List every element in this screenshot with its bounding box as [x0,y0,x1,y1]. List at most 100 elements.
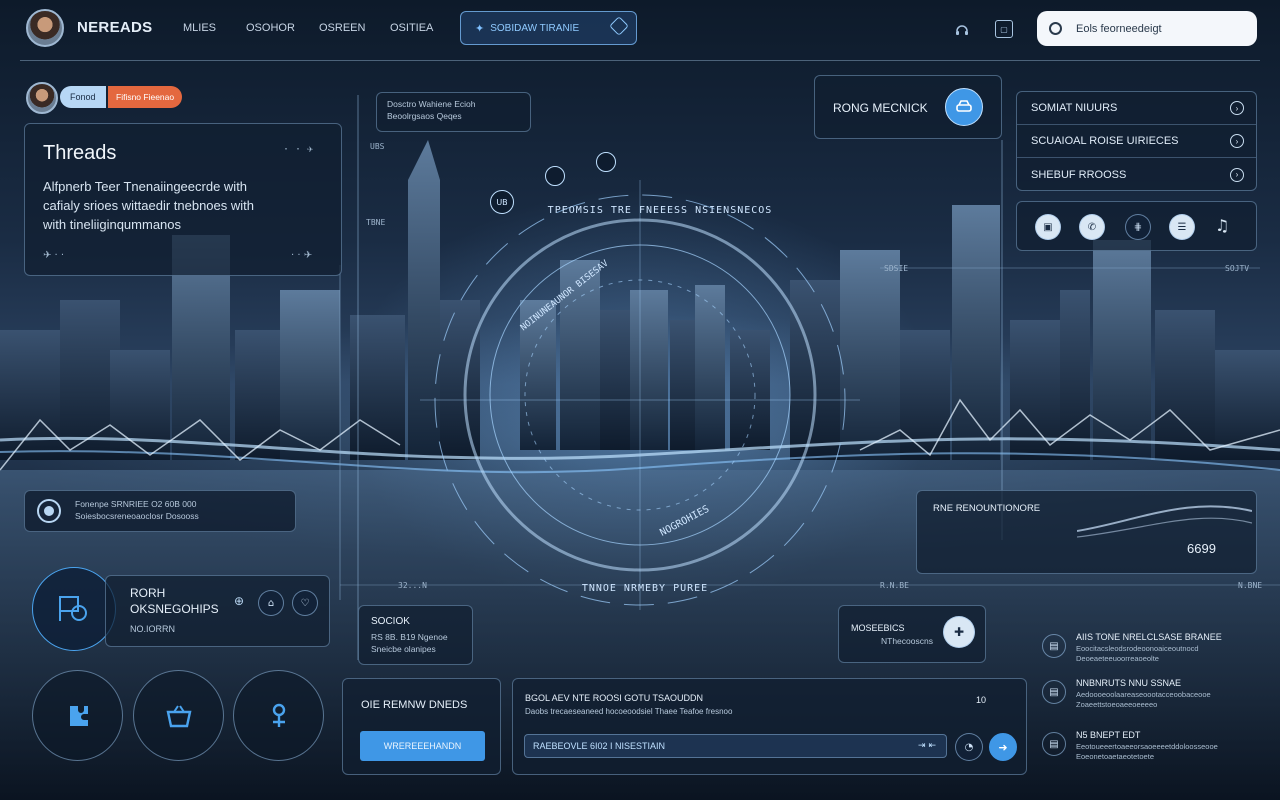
pin-icon[interactable]: ♡ [292,590,318,616]
hud-tick-label: TBNE [366,218,386,227]
ring-card[interactable]: RONG MECNICK [814,75,1002,139]
article-icon: ▤ [1042,680,1066,704]
cta-button-label: WREREEEHANDN [383,741,462,751]
mid-card-line: Sneicbe olanipes [371,644,436,654]
threads-card-title: Threads [43,142,117,164]
location-button[interactable] [233,670,324,761]
compose-title: BGOL AEV NTE ROOSI GOTU TSAOUDDN [525,693,704,703]
attach-icon[interactable]: ⇥ ⇤ [918,741,936,751]
promo-button[interactable]: ✦ SOBIDAW TIRANIE [460,11,637,45]
cta-button[interactable]: WREREEEHANDN [360,731,485,761]
threads-card-controls[interactable]: · · ✈ [283,144,313,155]
news-line: Zoaeettstoeoaeeoeeeeo [1076,700,1158,709]
nav-item[interactable]: MLIES [183,22,216,34]
hud-tick-label: N.BNE [1238,581,1263,590]
threads-card-body-line: with tineliiginqummanos [43,217,182,232]
left-info-line: Fonenpe SRNRIEE O2 60B 000 [75,499,197,509]
hud-tick-label: UBS [370,142,385,151]
status-badge-label: Fifisno Fieenao [116,92,175,102]
hud-tick-label: R.N.BE [880,581,909,590]
bookmark-icon[interactable]: ⌂ [258,590,284,616]
sync-icon[interactable]: ⊕ [234,594,244,608]
nav-item[interactable]: OSOHOR [246,22,295,34]
header-divider [20,60,1260,61]
grid-icon[interactable]: ⋕ [1125,214,1151,240]
arrow-icon: › [1230,167,1244,182]
hud-badge-circle[interactable]: UB [490,190,514,214]
nav-item[interactable]: OSITIEA [390,22,433,34]
news-title: AIIS TONE NRELCLSASE BRANEE [1076,632,1222,642]
profile-tag-label: Fonod [70,92,96,102]
hud-bottom-arc-text: TNNOE NRMEBY PUREE [581,583,709,594]
chat-icon[interactable]: ☰ [1169,214,1195,240]
info-mini-card[interactable]: Dosctro Wahiene Ecioh Beoolrgsaos Qeqes [376,92,531,132]
info-mini-line: Beoolrgsaos Qeqes [387,111,462,121]
music-icon[interactable]: ♫ [1215,216,1229,235]
article-icon: ▤ [1042,732,1066,756]
compose-panel[interactable]: BGOL AEV NTE ROOSI GOTU TSAOUDDN Daobs t… [512,678,1027,775]
notification-icon[interactable]: ▢ [995,20,1013,38]
quick-actions: ▣ ✆ ⋕ ☰ ♫ [1016,201,1257,251]
top-bar: NEREADS MLIES OSOHOR OSREEN OSITIEA ✦ SO… [0,0,1280,61]
compose-input[interactable]: RAEBEOVLE 6I02 I NISESTIAIN ⇥ ⇤ [524,734,947,758]
calendar-icon[interactable]: ▣ [1035,214,1061,240]
search-bar[interactable]: Eols feorneedeigt [1037,11,1257,46]
news-item[interactable]: ▤ N5 BNEPT EDT Eeotoueeertoaeeorsaoeeeet… [1042,730,1252,766]
profile-avatar[interactable] [26,82,58,114]
hud-tick-label: 32...N [398,581,427,590]
nav-item[interactable]: OSREEN [319,22,365,34]
phone-icon[interactable]: ✆ [1079,214,1105,240]
puzzle-button[interactable] [32,670,123,761]
hud-tick-label: SOJTV [1225,264,1250,273]
send-button[interactable]: ➜ [989,733,1017,761]
search-icon [1049,22,1062,35]
search-input[interactable]: Eols feorneedeigt [1076,23,1162,35]
arrow-icon: › [1230,101,1244,115]
threads-card[interactable]: Threads · · ✈ Alfpnerb Teer Tnenaiingeec… [24,123,342,276]
profile-tag[interactable]: Fonod [60,86,106,108]
news-item[interactable]: ▤ NNBNRUTS NNU SSNAE Aedoooeoolaareaseoo… [1042,678,1252,714]
cta-card[interactable]: OIE REMNW DNEDS WREREEEHANDN [342,678,501,775]
meta-card-title: MOSEEBICS [851,623,905,633]
sparkle-icon: ✦ [475,21,485,35]
hud-dot-icon[interactable] [596,152,616,172]
more-icon[interactable]: · · ✈ [291,250,312,261]
menu-item-label: SOMIAT NIUURS [1031,102,1118,114]
mid-card[interactable]: SOCIOK RS 8B. B19 Ngenoe Sneicbe olanipe… [358,605,473,665]
app-name: NEREADS [77,19,153,36]
news-title: NNBNRUTS NNU SSNAE [1076,678,1182,688]
route-card-meta: NO.IORRN [130,624,175,634]
menu-item[interactable]: SHEBUF RROOSS › [1017,158,1256,190]
basket-button[interactable] [133,670,224,761]
news-item[interactable]: ▤ AIIS TONE NRELCLSASE BRANEE Eoocitacsl… [1042,632,1252,668]
route-card-title: RORH [130,586,166,600]
status-badge: Fifisno Fieenao [108,86,183,108]
headset-icon[interactable] [952,20,972,40]
user-avatar[interactable] [26,9,64,47]
right-info-value: 6699 [1187,541,1216,556]
hud-low-arc-text: NOGROHIES [658,503,712,539]
compose-input-value: RAEBEOVLE 6I02 I NISESTIAIN [533,741,666,751]
menu-item[interactable]: SCUAIOAL ROISE UIRIECES › [1017,125,1256,158]
menu-item[interactable]: SOMIAT NIUURS › [1017,92,1256,125]
cta-card-title: OIE REMNW DNEDS [361,699,468,711]
article-icon: ▤ [1042,634,1066,658]
compose-subtitle: Daobs trecaeseaneed hocoeoodsiel Thaee T… [525,707,733,716]
ring-card-label: RONG MECNICK [833,101,928,115]
map-pin-button[interactable] [32,567,116,651]
radio-icon [37,499,61,523]
send-icon[interactable]: ✈ · · [43,250,64,261]
arrow-icon: › [1230,134,1244,148]
hud-tick-label: SDSIE [884,264,909,273]
route-card[interactable]: RORH OKSNEGOHIPS NO.IORRN ⊕ ⌂ ♡ [105,575,330,647]
left-info-strip[interactable]: Fonenpe SRNRIEE O2 60B 000 Soiesbocsrene… [24,490,296,532]
news-line: Eoocitacsleodsrodeoonoaiceoutnocd [1076,644,1199,653]
right-info-panel[interactable]: RNE RENOUNTIONORE 6699 [916,490,1257,574]
hud-dot-icon[interactable] [545,166,565,186]
puzzle-icon[interactable]: ✚ [943,616,975,648]
emoji-button[interactable]: ◔ [955,733,983,761]
car-icon[interactable] [945,88,983,126]
streak-decoration [1077,505,1252,538]
news-line: Eeotoueeertoaeeorsaoeeeetddoloosseooe [1076,742,1218,751]
meta-card[interactable]: MOSEEBICS NThecooscns ✚ [838,605,986,663]
